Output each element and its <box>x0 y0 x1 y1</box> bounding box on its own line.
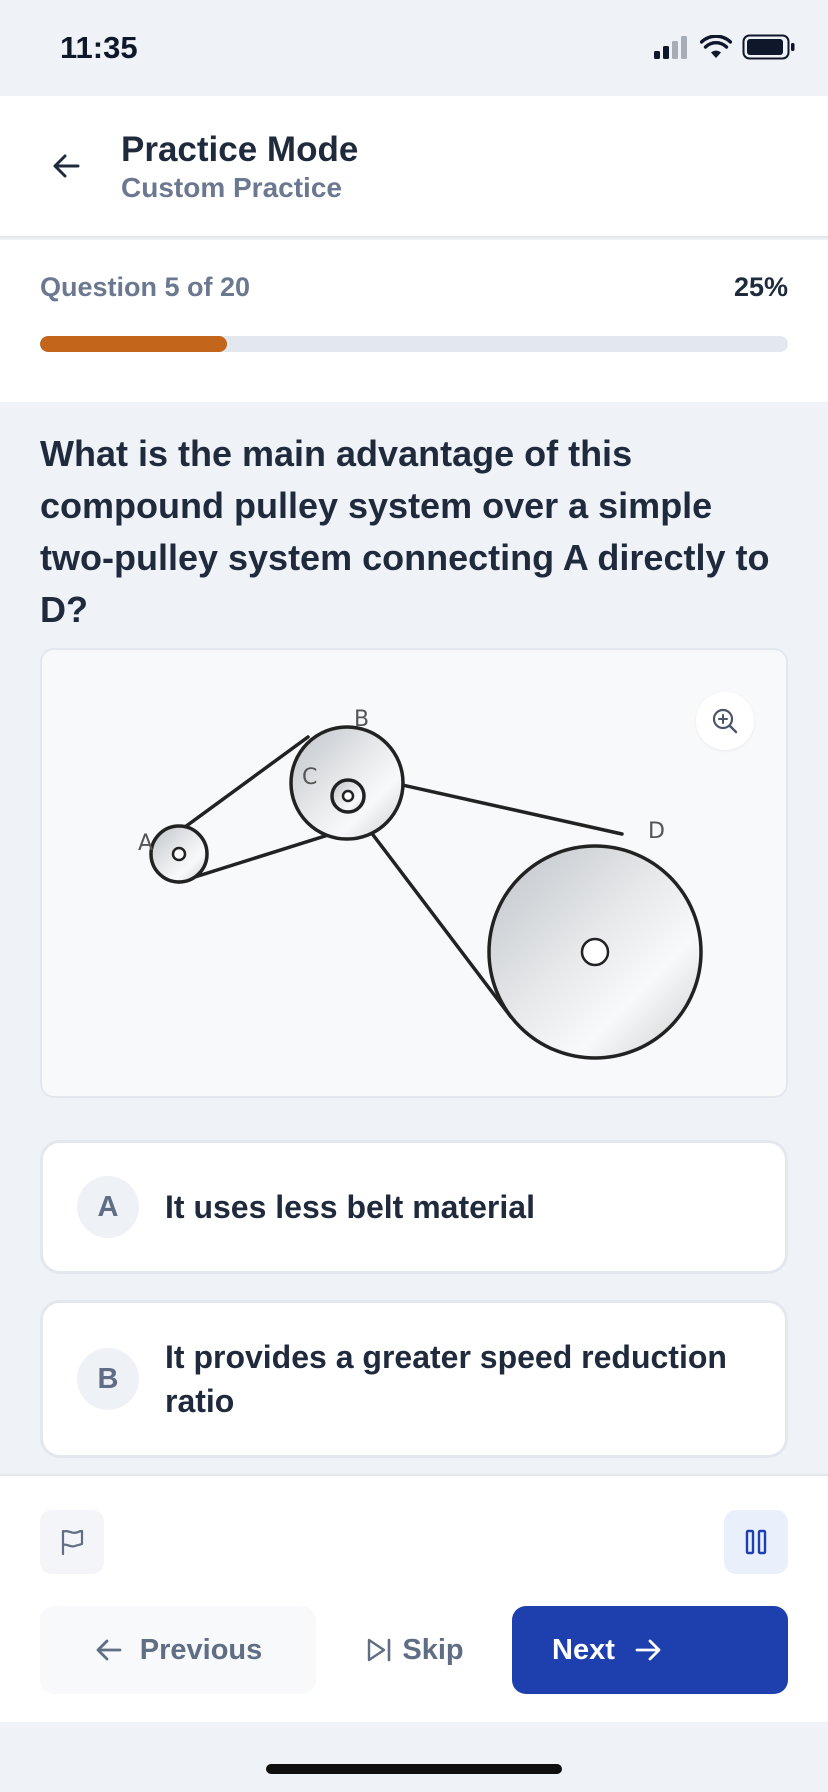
pulley-diagram: A B C D <box>138 707 703 1060</box>
question-text: What is the main advantage of this compo… <box>40 433 770 630</box>
status-time: 11:35 <box>60 30 138 65</box>
option-text-a: It uses less belt material <box>165 1189 535 1225</box>
pause-icon <box>745 1529 767 1555</box>
previous-button[interactable]: Previous <box>40 1606 316 1694</box>
label-b: B <box>354 707 369 732</box>
wifi-icon <box>700 35 732 58</box>
label-c: C <box>302 765 317 790</box>
status-icons <box>654 34 796 60</box>
practice-screen: 11:35 Practice Mode Custom Practice Ques… <box>0 0 828 1792</box>
back-button[interactable] <box>44 144 88 188</box>
label-d: D <box>648 819 665 844</box>
arrow-right-icon <box>635 1639 661 1661</box>
pause-button[interactable] <box>724 1510 788 1574</box>
option-letter-b: B <box>77 1348 139 1410</box>
next-button[interactable]: Next <box>512 1606 788 1694</box>
progress-percent: 25% <box>733 272 788 302</box>
zoom-button[interactable] <box>696 692 754 750</box>
status-bar: 11:35 <box>0 0 828 96</box>
page-subtitle: Custom Practice <box>121 172 342 203</box>
zoom-in-icon <box>712 708 738 734</box>
page-title: Practice Mode <box>121 130 359 169</box>
label-a: A <box>138 831 153 856</box>
skip-button[interactable]: Skip <box>344 1606 484 1694</box>
battery-icon <box>742 34 795 60</box>
option-letter-a: A <box>77 1176 139 1238</box>
answer-option-a[interactable]: A It uses less belt material <box>40 1140 788 1274</box>
pulley-d <box>487 844 703 1060</box>
home-indicator <box>266 1764 562 1774</box>
skip-label: Skip <box>402 1633 464 1666</box>
option-text-b: It provides a greater speed reduction ra… <box>165 1339 727 1419</box>
pulley-c <box>330 778 366 814</box>
app-header: Practice Mode Custom Practice <box>0 96 828 238</box>
question-diagram: A B C D <box>40 648 788 1098</box>
signal-icon <box>654 36 687 59</box>
arrow-left-icon <box>53 154 80 178</box>
answer-option-b[interactable]: B It provides a greater speed reduction … <box>40 1300 788 1458</box>
flag-icon <box>61 1529 84 1556</box>
flag-button[interactable] <box>40 1510 104 1574</box>
next-label: Next <box>552 1633 615 1666</box>
progress-bar-fill <box>40 336 227 352</box>
arrow-left-icon <box>96 1639 122 1661</box>
question-counter: Question 5 of 20 <box>40 272 251 302</box>
skip-forward-icon <box>368 1638 391 1662</box>
bottom-navigation: Previous Skip Next <box>0 1474 828 1722</box>
progress-section: Question 5 of 20 25% <box>0 240 828 402</box>
previous-label: Previous <box>139 1633 263 1666</box>
progress-bar <box>40 336 788 352</box>
pulley-a <box>149 824 209 884</box>
